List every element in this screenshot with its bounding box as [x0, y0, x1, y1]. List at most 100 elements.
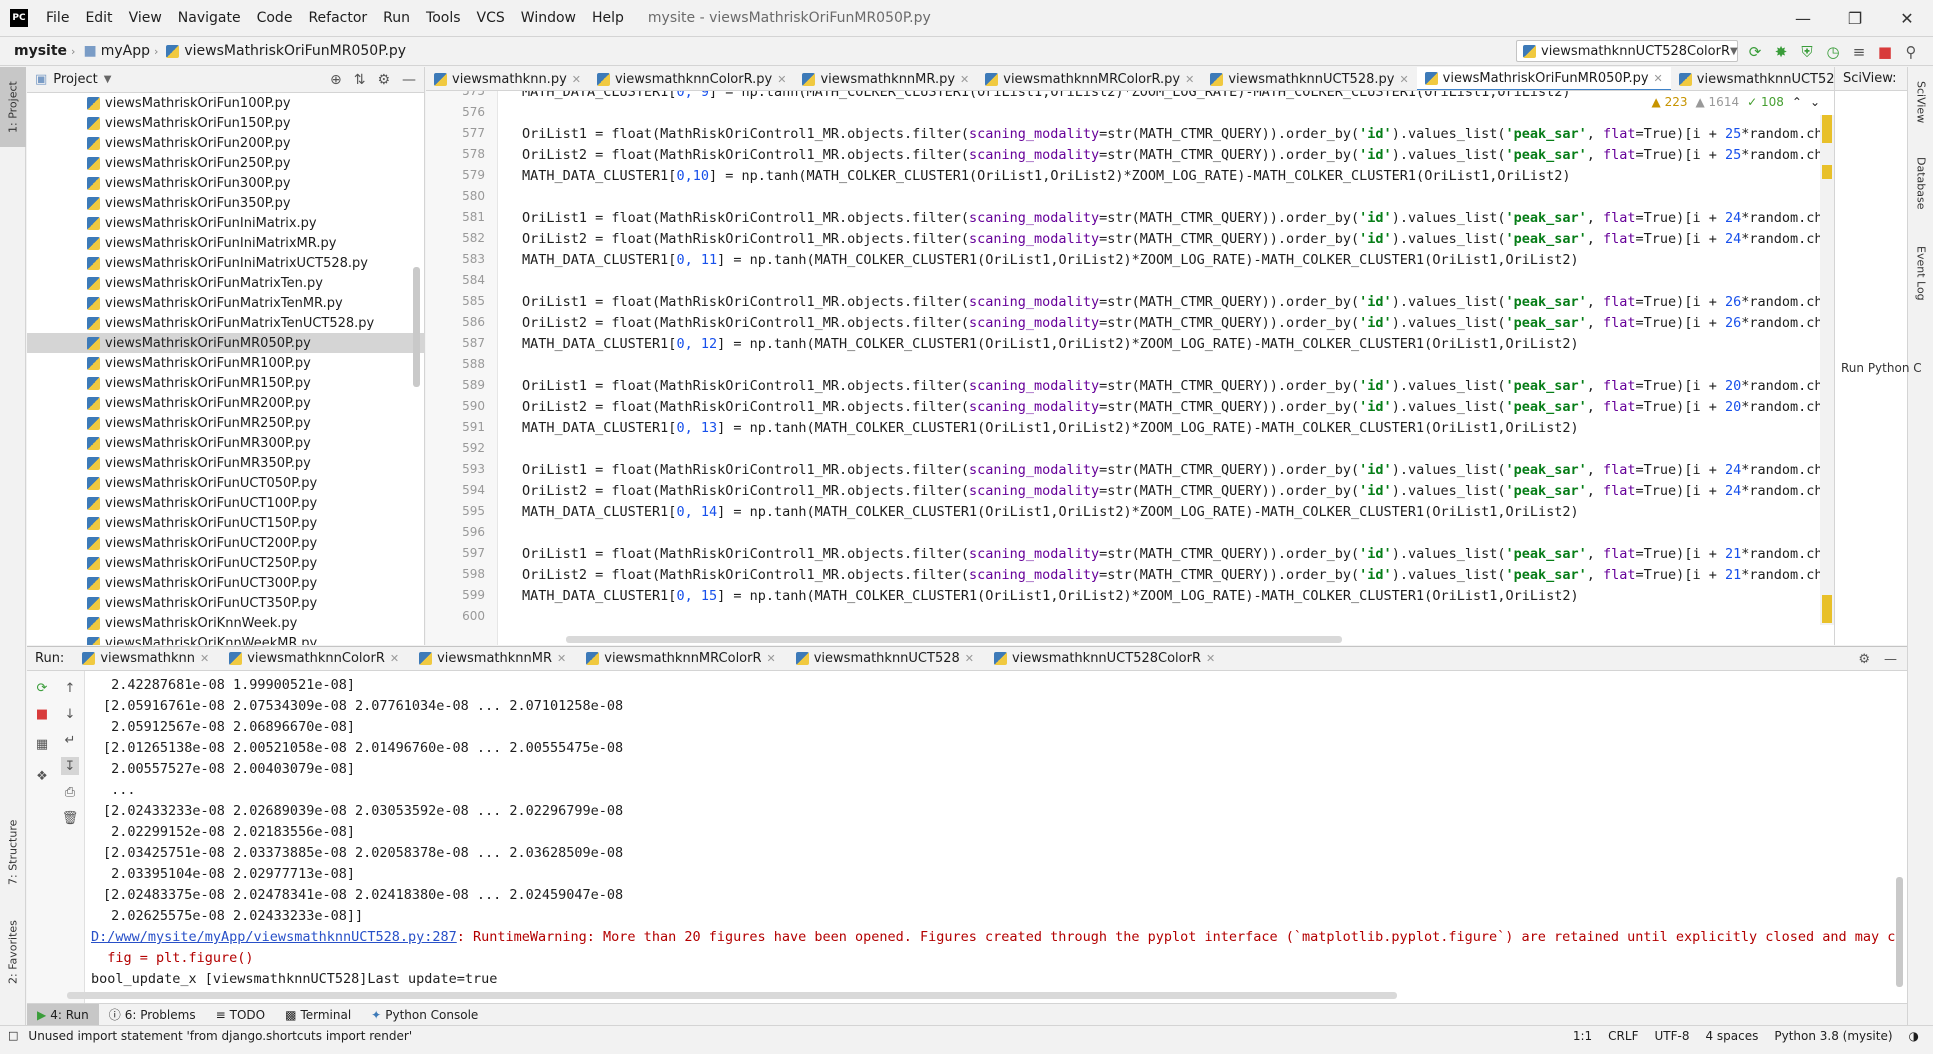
- close-window-icon[interactable]: ✕: [1881, 0, 1933, 36]
- close-icon[interactable]: ✕: [1399, 73, 1408, 86]
- file-tree-item[interactable]: viewsMathriskOriFunMR100P.py: [27, 353, 425, 373]
- line-separator[interactable]: CRLF: [1608, 1029, 1638, 1043]
- trash-icon[interactable]: 🗑: [61, 809, 79, 827]
- console-output[interactable]: 2.42287681e-08 1.99900521e-08] [2.0591676…: [91, 671, 1901, 1004]
- soft-wrap-icon[interactable]: ↵: [61, 731, 79, 749]
- run-tab[interactable]: viewsmathknnColorR ✕: [219, 651, 409, 666]
- editor-tab[interactable]: viewsmathknnUCT528ColorR.py✕: [1671, 67, 1834, 90]
- file-tree-item[interactable]: viewsMathriskOriFun350P.py: [27, 193, 425, 213]
- stop-icon[interactable]: ■: [1875, 42, 1895, 62]
- file-tree-item[interactable]: viewsMathriskOriFunMR250P.py: [27, 413, 425, 433]
- sciview-header[interactable]: SciView:: [1834, 67, 1907, 91]
- tool-tab-project[interactable]: 1: Project: [0, 67, 26, 147]
- tool-tab-terminal[interactable]: ▩ Terminal: [275, 1004, 361, 1026]
- horizontal-scrollbar[interactable]: [67, 992, 1397, 999]
- menu-navigate[interactable]: Navigate: [170, 0, 249, 36]
- menu-tools[interactable]: Tools: [418, 0, 469, 36]
- close-icon[interactable]: ✕: [777, 73, 786, 86]
- run-tab[interactable]: viewsmathknnUCT528 ✕: [786, 651, 984, 666]
- menu-window[interactable]: Window: [513, 0, 584, 36]
- warning-marker[interactable]: [1822, 115, 1832, 143]
- code-line[interactable]: MATH_DATA_CLUSTER1[0, 12] = np.tanh(MATH…: [522, 336, 1579, 352]
- error-file-link[interactable]: D:/www/mysite/myApp/viewsmathknnUCT528.p…: [91, 929, 457, 945]
- menu-help[interactable]: Help: [584, 0, 632, 36]
- editor-tab[interactable]: viewsmathknnUCT528.py ✕: [1202, 67, 1416, 90]
- project-panel-title[interactable]: Project: [53, 72, 97, 87]
- code-line[interactable]: OriList2 = float(MathRiskOriControl1_MR.…: [522, 315, 1834, 331]
- code-line[interactable]: OriList2 = float(MathRiskOriControl1_MR.…: [522, 399, 1834, 415]
- pin-icon[interactable]: ❖: [33, 767, 51, 785]
- editor-tab[interactable]: viewsmathknnColorR.py ✕: [589, 67, 795, 90]
- chevron-up-icon[interactable]: ⌃: [1792, 95, 1802, 109]
- scroll-to-end-icon[interactable]: ↧: [61, 757, 79, 775]
- file-tree-item[interactable]: viewsMathriskOriFunMatrixTen.py: [27, 273, 425, 293]
- scrollbar[interactable]: [1896, 877, 1903, 987]
- warning-marker[interactable]: [1822, 595, 1832, 623]
- arrow-down-icon[interactable]: ↓: [61, 705, 79, 723]
- file-tree-item[interactable]: viewsMathriskOriFunIniMatrixMR.py: [27, 233, 425, 253]
- debug-icon[interactable]: ✸: [1771, 42, 1791, 62]
- arrow-up-icon[interactable]: ↑: [61, 679, 79, 697]
- file-tree-item[interactable]: viewsMathriskOriFunIniMatrixUCT528.py: [27, 253, 425, 273]
- file-tree-item[interactable]: viewsMathriskOriFun100P.py: [27, 93, 425, 113]
- run-tab[interactable]: viewsmathknnMR ✕: [409, 651, 576, 666]
- build-icon[interactable]: ≡: [1849, 42, 1869, 62]
- profile-icon[interactable]: ◷: [1823, 42, 1843, 62]
- file-tree-item[interactable]: viewsMathriskOriFunUCT200P.py: [27, 533, 425, 553]
- code-area[interactable]: MATH_DATA_CLUSTER1[0, 9] = np.tanh(MATH_…: [522, 91, 1834, 645]
- breadcrumb-project[interactable]: mysite: [0, 43, 71, 59]
- tool-tab-run[interactable]: ▶ 4: Run: [27, 1003, 99, 1026]
- file-tree-item[interactable]: viewsMathriskOriFun150P.py: [27, 113, 425, 133]
- gear-icon[interactable]: ⚙: [1858, 652, 1870, 667]
- file-encoding[interactable]: UTF-8: [1654, 1029, 1689, 1043]
- inspection-widget[interactable]: ▲ 223 ▲ 1614 ✓ 108 ⌃ ⌄: [1647, 93, 1824, 111]
- close-icon[interactable]: ✕: [1185, 73, 1194, 86]
- run-tab[interactable]: viewsmathknn ✕: [72, 651, 219, 666]
- tool-tab-python-console[interactable]: ✦ Python Console: [361, 1004, 488, 1026]
- close-icon[interactable]: ✕: [390, 652, 399, 665]
- breadcrumb-folder[interactable]: ■ myApp: [75, 43, 154, 59]
- file-tree-item[interactable]: viewsMathriskOriKnnWeek.py: [27, 613, 425, 633]
- file-tree-item[interactable]: viewsMathriskOriFunUCT100P.py: [27, 493, 425, 513]
- code-line[interactable]: OriList2 = float(MathRiskOriControl1_MR.…: [522, 483, 1834, 499]
- close-icon[interactable]: ✕: [1654, 72, 1663, 85]
- tool-tab-favorites[interactable]: 2: Favorites: [0, 907, 26, 997]
- rerun-icon[interactable]: ⟳: [1745, 42, 1765, 62]
- code-line[interactable]: OriList1 = float(MathRiskOriControl1_MR.…: [522, 546, 1834, 562]
- chevron-down-icon[interactable]: ▼: [104, 74, 112, 85]
- tool-tab-todo[interactable]: ≡ TODO: [206, 1004, 276, 1026]
- file-tree-item[interactable]: viewsMathriskOriKnnWeekMR.py: [27, 633, 425, 645]
- file-tree-item[interactable]: viewsMathriskOriFunMR200P.py: [27, 393, 425, 413]
- tool-tab-database[interactable]: Database: [1908, 145, 1933, 221]
- code-line[interactable]: OriList2 = float(MathRiskOriControl1_MR.…: [522, 567, 1834, 583]
- code-line[interactable]: MATH_DATA_CLUSTER1[0, 14] = np.tanh(MATH…: [522, 504, 1579, 520]
- menu-run[interactable]: Run: [375, 0, 418, 36]
- run-tab[interactable]: viewsmathknnUCT528ColorR ✕: [984, 651, 1225, 666]
- scrollbar[interactable]: [413, 267, 420, 387]
- error-stripe[interactable]: [1820, 115, 1834, 625]
- editor-tab[interactable]: viewsmathknnMRColorR.py ✕: [977, 67, 1202, 90]
- code-line[interactable]: OriList1 = float(MathRiskOriControl1_MR.…: [522, 378, 1834, 394]
- collapse-all-icon[interactable]: ⇅: [354, 72, 366, 88]
- file-tree-item[interactable]: viewsMathriskOriFunUCT150P.py: [27, 513, 425, 533]
- gear-icon[interactable]: ⚙: [377, 72, 390, 88]
- code-line[interactable]: OriList1 = float(MathRiskOriControl1_MR.…: [522, 294, 1834, 310]
- editor-tab[interactable]: viewsMathriskOriFunMR050P.py ✕: [1416, 67, 1671, 90]
- code-line[interactable]: OriList1 = float(MathRiskOriControl1_MR.…: [522, 462, 1834, 478]
- menu-file[interactable]: File: [38, 0, 77, 36]
- close-icon[interactable]: ✕: [1206, 652, 1215, 665]
- tool-tab-structure[interactable]: 7: Structure: [0, 807, 26, 897]
- code-line[interactable]: MATH_DATA_CLUSTER1[0,10] = np.tanh(MATH_…: [522, 168, 1571, 184]
- close-icon[interactable]: ✕: [767, 652, 776, 665]
- file-tree-item[interactable]: viewsMathriskOriFunMR300P.py: [27, 433, 425, 453]
- print-icon[interactable]: ⎙: [61, 783, 79, 801]
- file-tree-item[interactable]: viewsMathriskOriFunMatrixTenUCT528.py: [27, 313, 425, 333]
- stop-icon[interactable]: ■: [33, 705, 51, 723]
- run-tab[interactable]: viewsmathknnMRColorR ✕: [576, 651, 785, 666]
- close-icon[interactable]: ✕: [572, 73, 581, 86]
- code-editor[interactable]: 575 576 577 578 579 580 581 582 583 584 585 586 587 5…: [426, 91, 1834, 645]
- close-icon[interactable]: ✕: [965, 652, 974, 665]
- close-icon[interactable]: ✕: [557, 652, 566, 665]
- search-icon[interactable]: ⚲: [1901, 42, 1921, 62]
- menu-view[interactable]: View: [121, 0, 170, 36]
